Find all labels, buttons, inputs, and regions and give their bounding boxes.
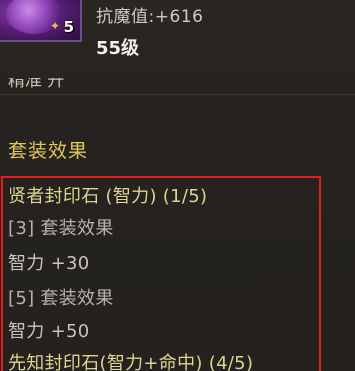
set-bonus-5: 智力 +50 [8,321,90,342]
set-tier-5: [5] 套装效果 [8,288,114,309]
set-name-prophet: 先知封印石(智力+命中) (4/5) [8,353,254,371]
set-effects-title: 套装效果 [8,140,89,162]
set-bonus-3: 智力 +30 [8,253,90,274]
item-tooltip: ✦ 5 抗魔值:+616 55级 精准 升 套装效果 贤者封印石 (智力) (1… [0,0,355,371]
item-level: 55级 [96,38,140,59]
cut-off-text: 精准 升 [8,78,128,90]
cut-off-text-label: 精准 升 [8,78,65,90]
magic-resist-stat: 抗魔值:+616 [96,7,204,27]
set-tier-3: [3] 套装效果 [8,218,114,239]
divider [0,94,355,95]
item-icon: ✦ 5 [0,0,82,42]
stack-count: 5 [63,18,74,36]
star-icon: ✦ [50,19,61,33]
set-name-sage: 贤者封印石 (智力) (1/5) [8,186,208,207]
